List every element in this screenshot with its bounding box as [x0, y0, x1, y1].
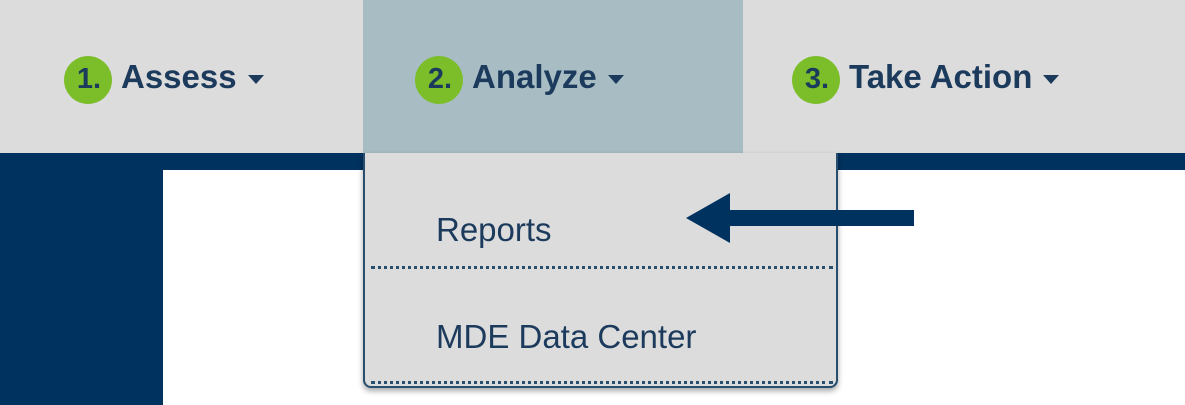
- nav-item-assess[interactable]: 1. Assess: [64, 0, 264, 153]
- nav-item-label: Assess: [121, 57, 237, 95]
- menu-divider: [371, 381, 833, 384]
- analyze-dropdown-menu: Reports MDE Data Center: [363, 153, 838, 388]
- caret-down-icon: [1043, 75, 1060, 84]
- nav-item-analyze[interactable]: 2. Analyze: [363, 0, 743, 153]
- step-badge: 3.: [792, 55, 840, 104]
- nav-item-take-action[interactable]: 3. Take Action: [792, 0, 1060, 153]
- menu-item-mde-data-center[interactable]: MDE Data Center: [365, 298, 836, 376]
- left-arrow-icon: [686, 193, 914, 243]
- nav-item-label: Analyze: [472, 57, 597, 95]
- step-badge: 2.: [415, 55, 463, 104]
- menu-divider: [371, 266, 833, 269]
- nav-item-label: Take Action: [849, 57, 1033, 95]
- top-navigation: 1. Assess 2. Analyze 3. Take Action: [0, 0, 1185, 153]
- caret-down-icon: [247, 75, 264, 84]
- step-badge: 1.: [64, 55, 112, 104]
- caret-down-icon: [607, 75, 624, 84]
